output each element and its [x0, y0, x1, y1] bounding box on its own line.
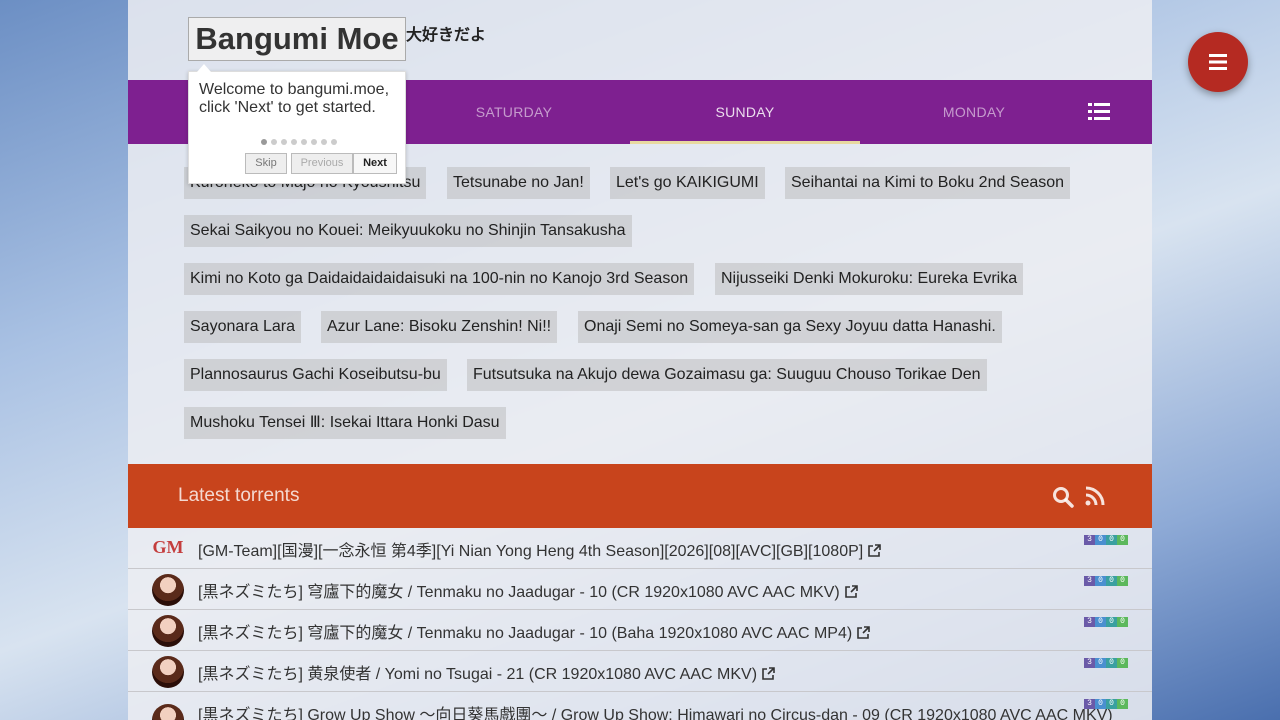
torrent-title-link[interactable]: [黒ネズミたち] 黄泉使者 / Yomi no Tsugai - 21 (CR …: [198, 660, 775, 684]
stat-finished: 0: [1106, 617, 1117, 627]
stat-seeders: 3: [1084, 699, 1095, 709]
stat-leechers: 0: [1095, 535, 1106, 545]
team-avatar: [152, 704, 184, 720]
bangumi-tag[interactable]: Sayonara Lara: [184, 311, 301, 343]
stat-leechers: 0: [1095, 658, 1106, 668]
latest-torrents-header: Latest torrents: [128, 464, 1152, 528]
bangumi-tag[interactable]: Tetsunabe no Jan!: [447, 167, 590, 199]
stat-finished: 0: [1106, 658, 1117, 668]
stat-seeders: 3: [1084, 617, 1095, 627]
torrent-row[interactable]: [黒ネズミたち] 穹廬下的魔女 / Tenmaku no Jaadugar - …: [128, 569, 1152, 610]
bangumi-tag[interactable]: Futsutsuka na Akujo dewa Gozaimasu ga: S…: [467, 359, 987, 391]
team-avatar: [152, 656, 184, 688]
bangumi-tag[interactable]: Mushoku Tensei Ⅲ: Isekai Ittara Honki Da…: [184, 407, 506, 439]
torrent-row[interactable]: [黒ネズミたち] 穹廬下的魔女 / Tenmaku no Jaadugar - …: [128, 610, 1152, 651]
tour-message: Welcome to bangumi.moe, click 'Next' to …: [199, 81, 390, 116]
bangumi-tag[interactable]: Sekai Saikyou no Kouei: Meikyuukoku no S…: [184, 215, 632, 247]
team-avatar: [152, 574, 184, 606]
team-avatar: GM: [152, 537, 184, 557]
torrent-title-link[interactable]: [黒ネズミたち] 穹廬下的魔女 / Tenmaku no Jaadugar - …: [198, 578, 858, 602]
stat-seeders: 3: [1084, 576, 1095, 586]
torrent-row[interactable]: [黒ネズミたち] 黄泉使者 / Yomi no Tsugai - 21 (CR …: [128, 651, 1152, 692]
tab-sunday[interactable]: SUNDAY: [630, 80, 860, 144]
stat-leechers: 0: [1095, 576, 1106, 586]
bangumi-tag[interactable]: Onaji Semi no Someya-san ga Sexy Joyuu d…: [578, 311, 1002, 343]
external-link-icon[interactable]: [857, 626, 871, 639]
torrent-title-link[interactable]: [GM-Team][国漫][一念永恒 第4季][Yi Nian Yong Hen…: [198, 537, 882, 561]
menu-fab-button[interactable]: [1188, 32, 1248, 92]
tour-next-button[interactable]: Next: [353, 153, 397, 174]
tour-dot: [331, 139, 337, 145]
stat-comments: 0: [1117, 658, 1128, 668]
stat-comments: 0: [1117, 699, 1128, 709]
list-icon[interactable]: [1088, 102, 1110, 122]
tab-monday[interactable]: MONDAY: [859, 80, 1089, 144]
stat-comments: 0: [1117, 535, 1128, 545]
bangumi-tag[interactable]: Azur Lane: Bisoku Zenshin! Ni!!: [321, 311, 558, 343]
torrent-title-link[interactable]: [黒ネズミたち] Grow Up Show ～向日葵馬戲團～ / Grow Up…: [198, 701, 1113, 720]
torrent-stats: 3000: [1084, 651, 1128, 668]
torrent-stats: 3000: [1084, 692, 1128, 709]
tour-dot: [321, 139, 327, 145]
torrent-title: [黒ネズミたち] Grow Up Show ～向日葵馬戲團～ / Grow Up…: [198, 707, 1113, 720]
section-title: Latest torrents: [178, 485, 300, 506]
tour-dot: [311, 139, 317, 145]
bangumi-tag[interactable]: Kimi no Koto ga Daidaidaidaidaisuki na 1…: [184, 263, 695, 295]
tour-dot: [261, 139, 267, 145]
tour-previous-button[interactable]: Previous: [291, 153, 353, 174]
site-tagline: 大好きだよ: [406, 27, 487, 44]
tour-dot: [271, 139, 277, 145]
stat-comments: 0: [1117, 617, 1128, 627]
rss-icon[interactable]: [1085, 486, 1105, 506]
stat-finished: 0: [1106, 535, 1117, 545]
stat-seeders: 3: [1084, 658, 1095, 668]
bangumi-tag[interactable]: Nijusseiki Denki Mokuroku: Eureka Evrika: [715, 263, 1024, 295]
torrent-row[interactable]: GM [GM-Team][国漫][一念永恒 第4季][Yi Nian Yong …: [128, 528, 1152, 569]
torrent-stats: 3000: [1084, 610, 1128, 627]
tour-dot: [291, 139, 297, 145]
tab-saturday[interactable]: SATURDAY: [399, 80, 629, 144]
torrent-title: [黒ネズミたち] 穹廬下的魔女 / Tenmaku no Jaadugar - …: [198, 584, 840, 601]
search-icon[interactable]: [1052, 486, 1074, 508]
stat-leechers: 0: [1095, 699, 1106, 709]
tour-popover: Welcome to bangumi.moe, click 'Next' to …: [188, 64, 406, 184]
bangumi-tag[interactable]: Let's go KAIKIGUMI: [610, 167, 765, 199]
tour-dot: [281, 139, 287, 145]
bangumi-tag[interactable]: Plannosaurus Gachi Koseibutsu-bu: [184, 359, 447, 391]
stat-leechers: 0: [1095, 617, 1106, 627]
stat-finished: 0: [1106, 699, 1117, 709]
tour-skip-button[interactable]: Skip: [245, 153, 287, 174]
menu-icon: [1209, 54, 1227, 70]
stat-comments: 0: [1117, 576, 1128, 586]
team-avatar: [152, 615, 184, 647]
tour-highlight-site-title: Bangumi Moe: [188, 17, 406, 61]
bangumi-tag[interactable]: Seihantai na Kimi to Boku 2nd Season: [785, 167, 1071, 199]
external-link-icon[interactable]: [762, 667, 775, 680]
tour-dot: [301, 139, 307, 145]
external-link-icon[interactable]: [868, 544, 882, 557]
torrent-stats: 3000: [1084, 569, 1128, 586]
stat-seeders: 3: [1084, 535, 1095, 545]
torrent-row[interactable]: [黒ネズミたち] Grow Up Show ～向日葵馬戲團～ / Grow Up…: [128, 692, 1152, 720]
stat-finished: 0: [1106, 576, 1117, 586]
torrent-title: [黒ネズミたち] 穹廬下的魔女 / Tenmaku no Jaadugar - …: [198, 625, 853, 642]
torrent-stats: 3000: [1084, 528, 1128, 545]
external-link-icon[interactable]: [844, 585, 858, 598]
torrent-title: [GM-Team][国漫][一念永恒 第4季][Yi Nian Yong Hen…: [198, 543, 864, 560]
tour-progress-dots: [259, 132, 339, 150]
torrent-title: [黒ネズミたち] 黄泉使者 / Yomi no Tsugai - 21 (CR …: [198, 666, 758, 683]
torrent-title-link[interactable]: [黒ネズミたち] 穹廬下的魔女 / Tenmaku no Jaadugar - …: [198, 619, 871, 643]
